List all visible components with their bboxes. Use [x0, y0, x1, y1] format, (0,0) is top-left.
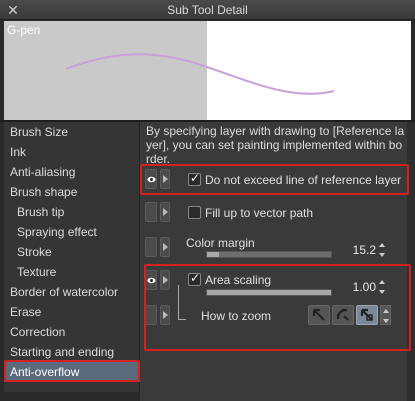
highlight-do-not-exceed: [140, 164, 409, 195]
sidebar-item-texture[interactable]: Texture: [4, 262, 140, 282]
visibility-toggle[interactable]: [145, 202, 157, 222]
description-line: By specifying layer with drawing to [Ref…: [146, 124, 405, 138]
expand-arrow-icon[interactable]: [160, 237, 170, 257]
color-margin-label: Color margin: [186, 236, 255, 250]
window-title: Sub Tool Detail: [167, 3, 248, 17]
preview-label: G-pen: [7, 23, 41, 37]
sidebar-item-anti-aliasing[interactable]: Anti-aliasing: [4, 162, 140, 182]
color-margin-spinner[interactable]: [379, 243, 385, 257]
fill-up-vector-label: Fill up to vector path: [205, 206, 314, 220]
preview-stroke: [65, 53, 335, 95]
title-bar: ✕ Sub Tool Detail: [0, 0, 415, 20]
sidebar-item-brush-tip[interactable]: Brush tip: [4, 202, 140, 222]
sidebar-item-stroke[interactable]: Stroke: [4, 242, 140, 262]
sidebar-item-erase[interactable]: Erase: [4, 302, 140, 322]
color-margin-value[interactable]: 15.2: [336, 243, 376, 257]
sidebar-item-starting-and-ending[interactable]: Starting and ending: [4, 342, 140, 362]
color-margin-slider-fill: [207, 252, 220, 257]
category-sidebar: Brush Size Ink Anti-aliasing Brush shape Bru…: [4, 122, 140, 392]
sidebar-item-ink[interactable]: Ink: [4, 142, 140, 162]
sidebar-item-correction[interactable]: Correction: [4, 322, 140, 342]
color-margin-slider[interactable]: [206, 251, 332, 258]
description-line: yer], you can set painting implemented w…: [146, 138, 403, 152]
brush-preview: G-pen: [4, 21, 411, 120]
sidebar-item-brush-shape[interactable]: Brush shape: [4, 182, 140, 202]
expand-arrow-icon[interactable]: [160, 202, 170, 222]
panel-description: By specifying layer with drawing to [Ref…: [146, 124, 411, 166]
sidebar-item-spraying-effect[interactable]: Spraying effect: [4, 222, 140, 242]
highlight-area-scaling: [144, 264, 411, 351]
highlight-anti-overflow: [4, 360, 140, 382]
sidebar-item-brush-size[interactable]: Brush Size: [4, 122, 140, 142]
visibility-toggle[interactable]: [145, 237, 157, 257]
sidebar-item-border-of-watercolor[interactable]: Border of watercolor: [4, 282, 140, 302]
fill-up-vector-checkbox[interactable]: [188, 206, 201, 219]
